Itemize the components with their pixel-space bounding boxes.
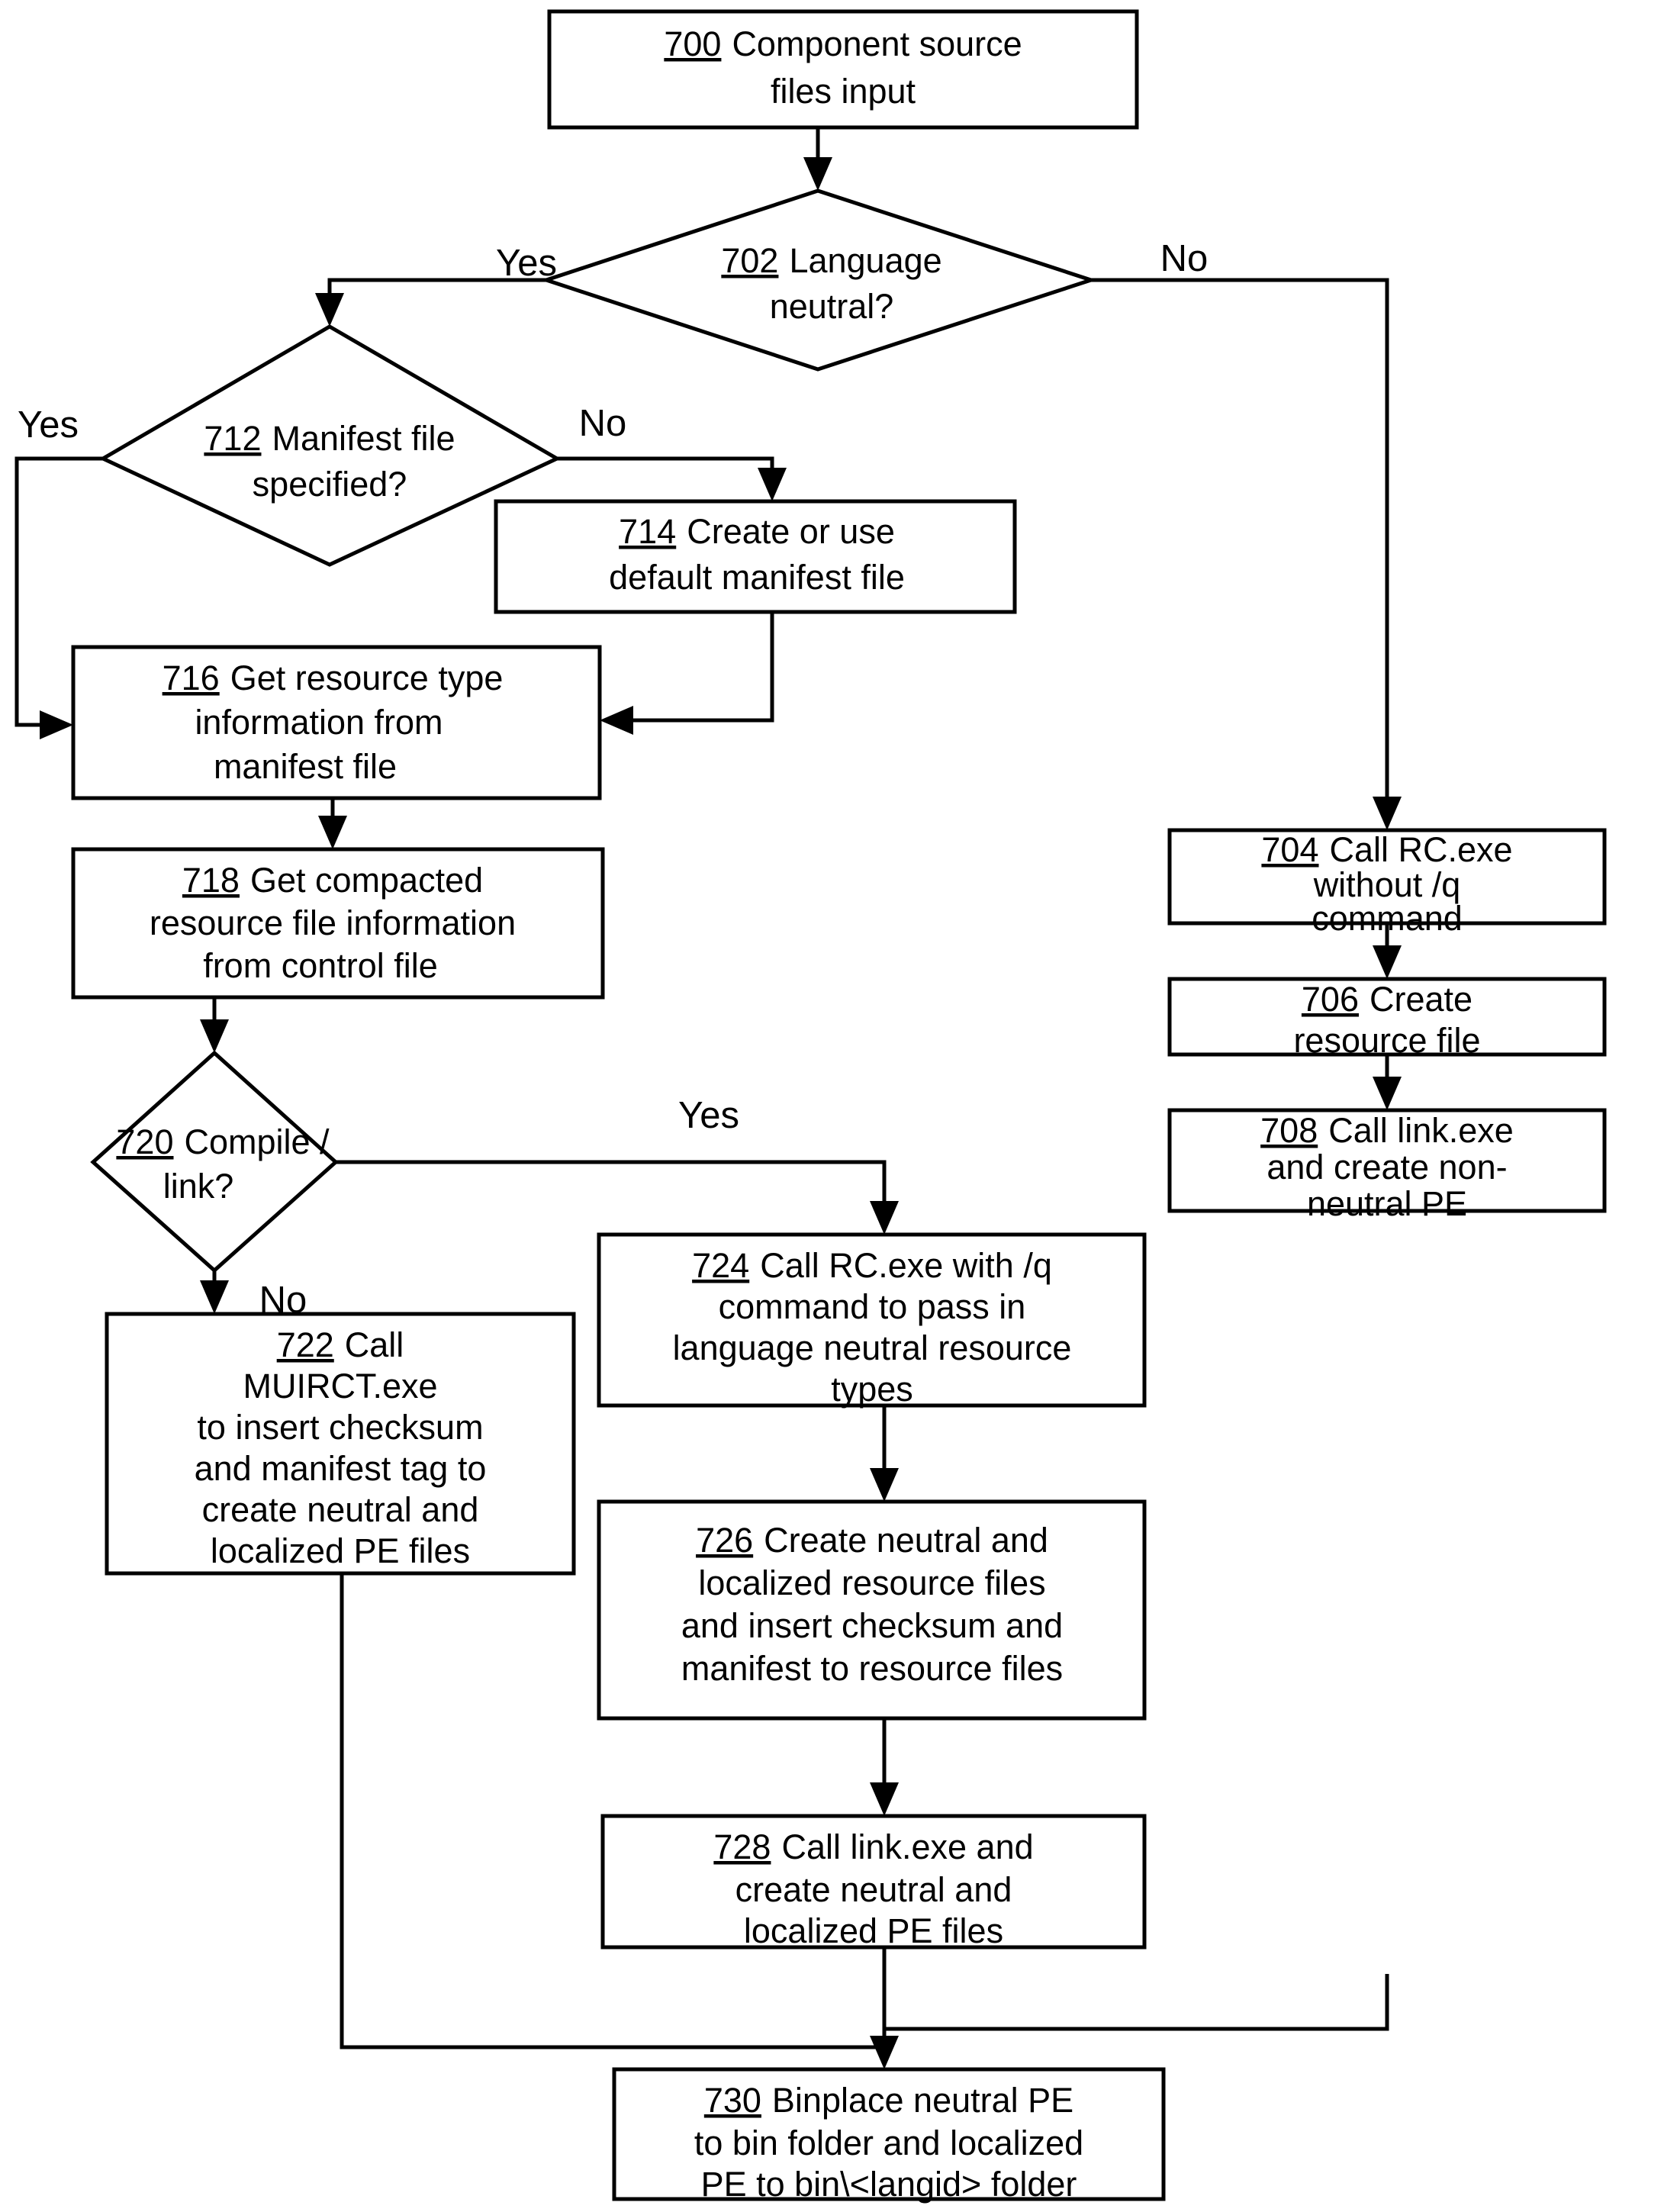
edge-label-720-yes: Yes <box>678 1095 739 1136</box>
node-726-line-2: and insert checksum and <box>681 1606 1063 1645</box>
edge-label-702-no: No <box>1160 238 1209 279</box>
edge-702-yes-to-712 <box>315 278 546 327</box>
node-726-line-3: manifest to resource files <box>681 1649 1063 1688</box>
node-708-line-1: and create non- <box>1267 1148 1507 1186</box>
node-706-line-1: resource file <box>1293 1021 1480 1060</box>
node-722-line-3: and manifest tag to <box>195 1449 487 1488</box>
node-720-line-0: 720 Compile / <box>116 1122 330 1161</box>
node-708[interactable]: 708 Call link.exe and create non- neutral… <box>1167 1108 1607 1223</box>
node-712-line-1: specified? <box>253 465 407 504</box>
node-718-line-0: 718 Get compacted <box>182 861 483 900</box>
edge-720-no-to-722 <box>200 1270 229 1314</box>
node-720-diamond <box>90 1050 339 1273</box>
node-722[interactable]: 722 Call MUIRCT.exe to insert checksum an… <box>105 1312 576 1576</box>
node-726[interactable]: 726 Create neutral and localized resource… <box>597 1499 1147 1721</box>
edge-702-no-to-704 <box>1091 278 1402 830</box>
node-700[interactable]: 700 Component source files input <box>547 9 1139 130</box>
edge-720-yes-to-724 <box>336 1160 899 1235</box>
node-720[interactable]: 720 Compile / link? <box>90 1050 339 1273</box>
edge-label-720-no: No <box>259 1280 307 1321</box>
edge-700-to-702 <box>803 127 832 191</box>
node-702-line-1: neutral? <box>770 287 894 326</box>
edge-708-to-730 <box>884 1974 1389 2031</box>
node-730[interactable]: 730 Binplace neutral PE to bin folder and… <box>612 2067 1166 2204</box>
node-712-line-0: 712 Manifest file <box>204 419 455 458</box>
edge-712-no-to-714 <box>557 456 787 501</box>
node-728-line-2: localized PE files <box>744 1911 1003 1950</box>
node-706-line-0: 706 Create <box>1302 980 1472 1019</box>
node-722-line-1: MUIRCT.exe <box>243 1367 437 1405</box>
edge-label-702-yes: Yes <box>496 243 557 284</box>
node-702-line-0: 702 Language <box>721 241 941 280</box>
node-728-line-0: 728 Call link.exe and <box>713 1827 1033 1866</box>
flowchart-canvas: 700 Component source files input 702 Langu… <box>14 9 1607 2204</box>
node-712[interactable]: 712 Manifest file specified? <box>98 324 562 567</box>
node-714[interactable]: 714 Create or use default manifest file <box>494 499 1017 614</box>
edge-706-to-708 <box>1373 1054 1402 1110</box>
node-708-line-2: neutral PE <box>1307 1184 1467 1223</box>
node-700-line-0: 700 Component source <box>664 24 1022 63</box>
edge-718-to-720 <box>200 997 229 1053</box>
node-718-line-1: resource file information <box>150 903 516 942</box>
node-726-line-0: 726 Create neutral and <box>696 1521 1048 1560</box>
node-708-line-0: 708 Call link.exe <box>1260 1111 1514 1150</box>
node-720-line-1: link? <box>163 1167 234 1206</box>
node-704[interactable]: 704 Call RC.exe without /q command <box>1167 828 1607 938</box>
node-722-line-4: create neutral and <box>202 1490 479 1529</box>
node-702[interactable]: 702 Language neutral? <box>539 188 1098 372</box>
flowchart-figure: 700 Component source files input 702 Langu… <box>0 0 1664 2212</box>
node-716-line-2: manifest file <box>214 747 397 786</box>
node-704-line-0: 704 Call RC.exe <box>1261 830 1512 869</box>
node-722-line-5: localized PE files <box>211 1531 470 1570</box>
node-718-line-2: from control file <box>203 946 438 985</box>
node-724-line-0: 724 Call RC.exe with /q <box>692 1246 1052 1285</box>
node-728[interactable]: 728 Call link.exe and create neutral and … <box>600 1814 1147 1950</box>
node-702-diamond <box>539 188 1098 372</box>
node-726-line-1: localized resource files <box>698 1563 1045 1602</box>
node-724-line-3: types <box>831 1370 913 1409</box>
node-714-line-0: 714 Create or use <box>619 512 895 551</box>
node-714-line-1: default manifest file <box>609 558 905 597</box>
node-716-line-1: information from <box>195 703 443 742</box>
edge-label-712-yes: Yes <box>18 404 79 446</box>
node-700-line-1: files input <box>771 72 916 111</box>
node-706[interactable]: 706 Create resource file <box>1167 977 1607 1060</box>
node-730-line-1: to bin folder and localized <box>694 2123 1083 2162</box>
node-724-line-2: language neutral resource <box>673 1328 1072 1367</box>
node-728-line-1: create neutral and <box>735 1870 1012 1909</box>
edge-728-to-730 <box>870 1947 899 2069</box>
edge-label-712-no: No <box>579 403 627 444</box>
node-716[interactable]: 716 Get resource type information from ma… <box>71 645 602 800</box>
node-730-line-0: 730 Binplace neutral PE <box>704 2081 1073 2120</box>
edge-726-to-728 <box>870 1718 899 1816</box>
edge-724-to-726 <box>870 1405 899 1502</box>
edge-714-to-716 <box>600 612 774 735</box>
node-722-line-2: to insert checksum <box>197 1408 483 1447</box>
node-724[interactable]: 724 Call RC.exe with /q command to pass i… <box>597 1232 1147 1409</box>
node-730-line-2: PE to bin\<langid> folder <box>701 2165 1077 2204</box>
node-718[interactable]: 718 Get compacted resource file informati… <box>71 847 605 1000</box>
node-716-line-0: 716 Get resource type <box>163 658 504 697</box>
node-724-line-1: command to pass in <box>719 1287 1026 1326</box>
edge-716-to-718 <box>318 798 347 849</box>
node-704-line-2: command <box>1312 899 1463 938</box>
